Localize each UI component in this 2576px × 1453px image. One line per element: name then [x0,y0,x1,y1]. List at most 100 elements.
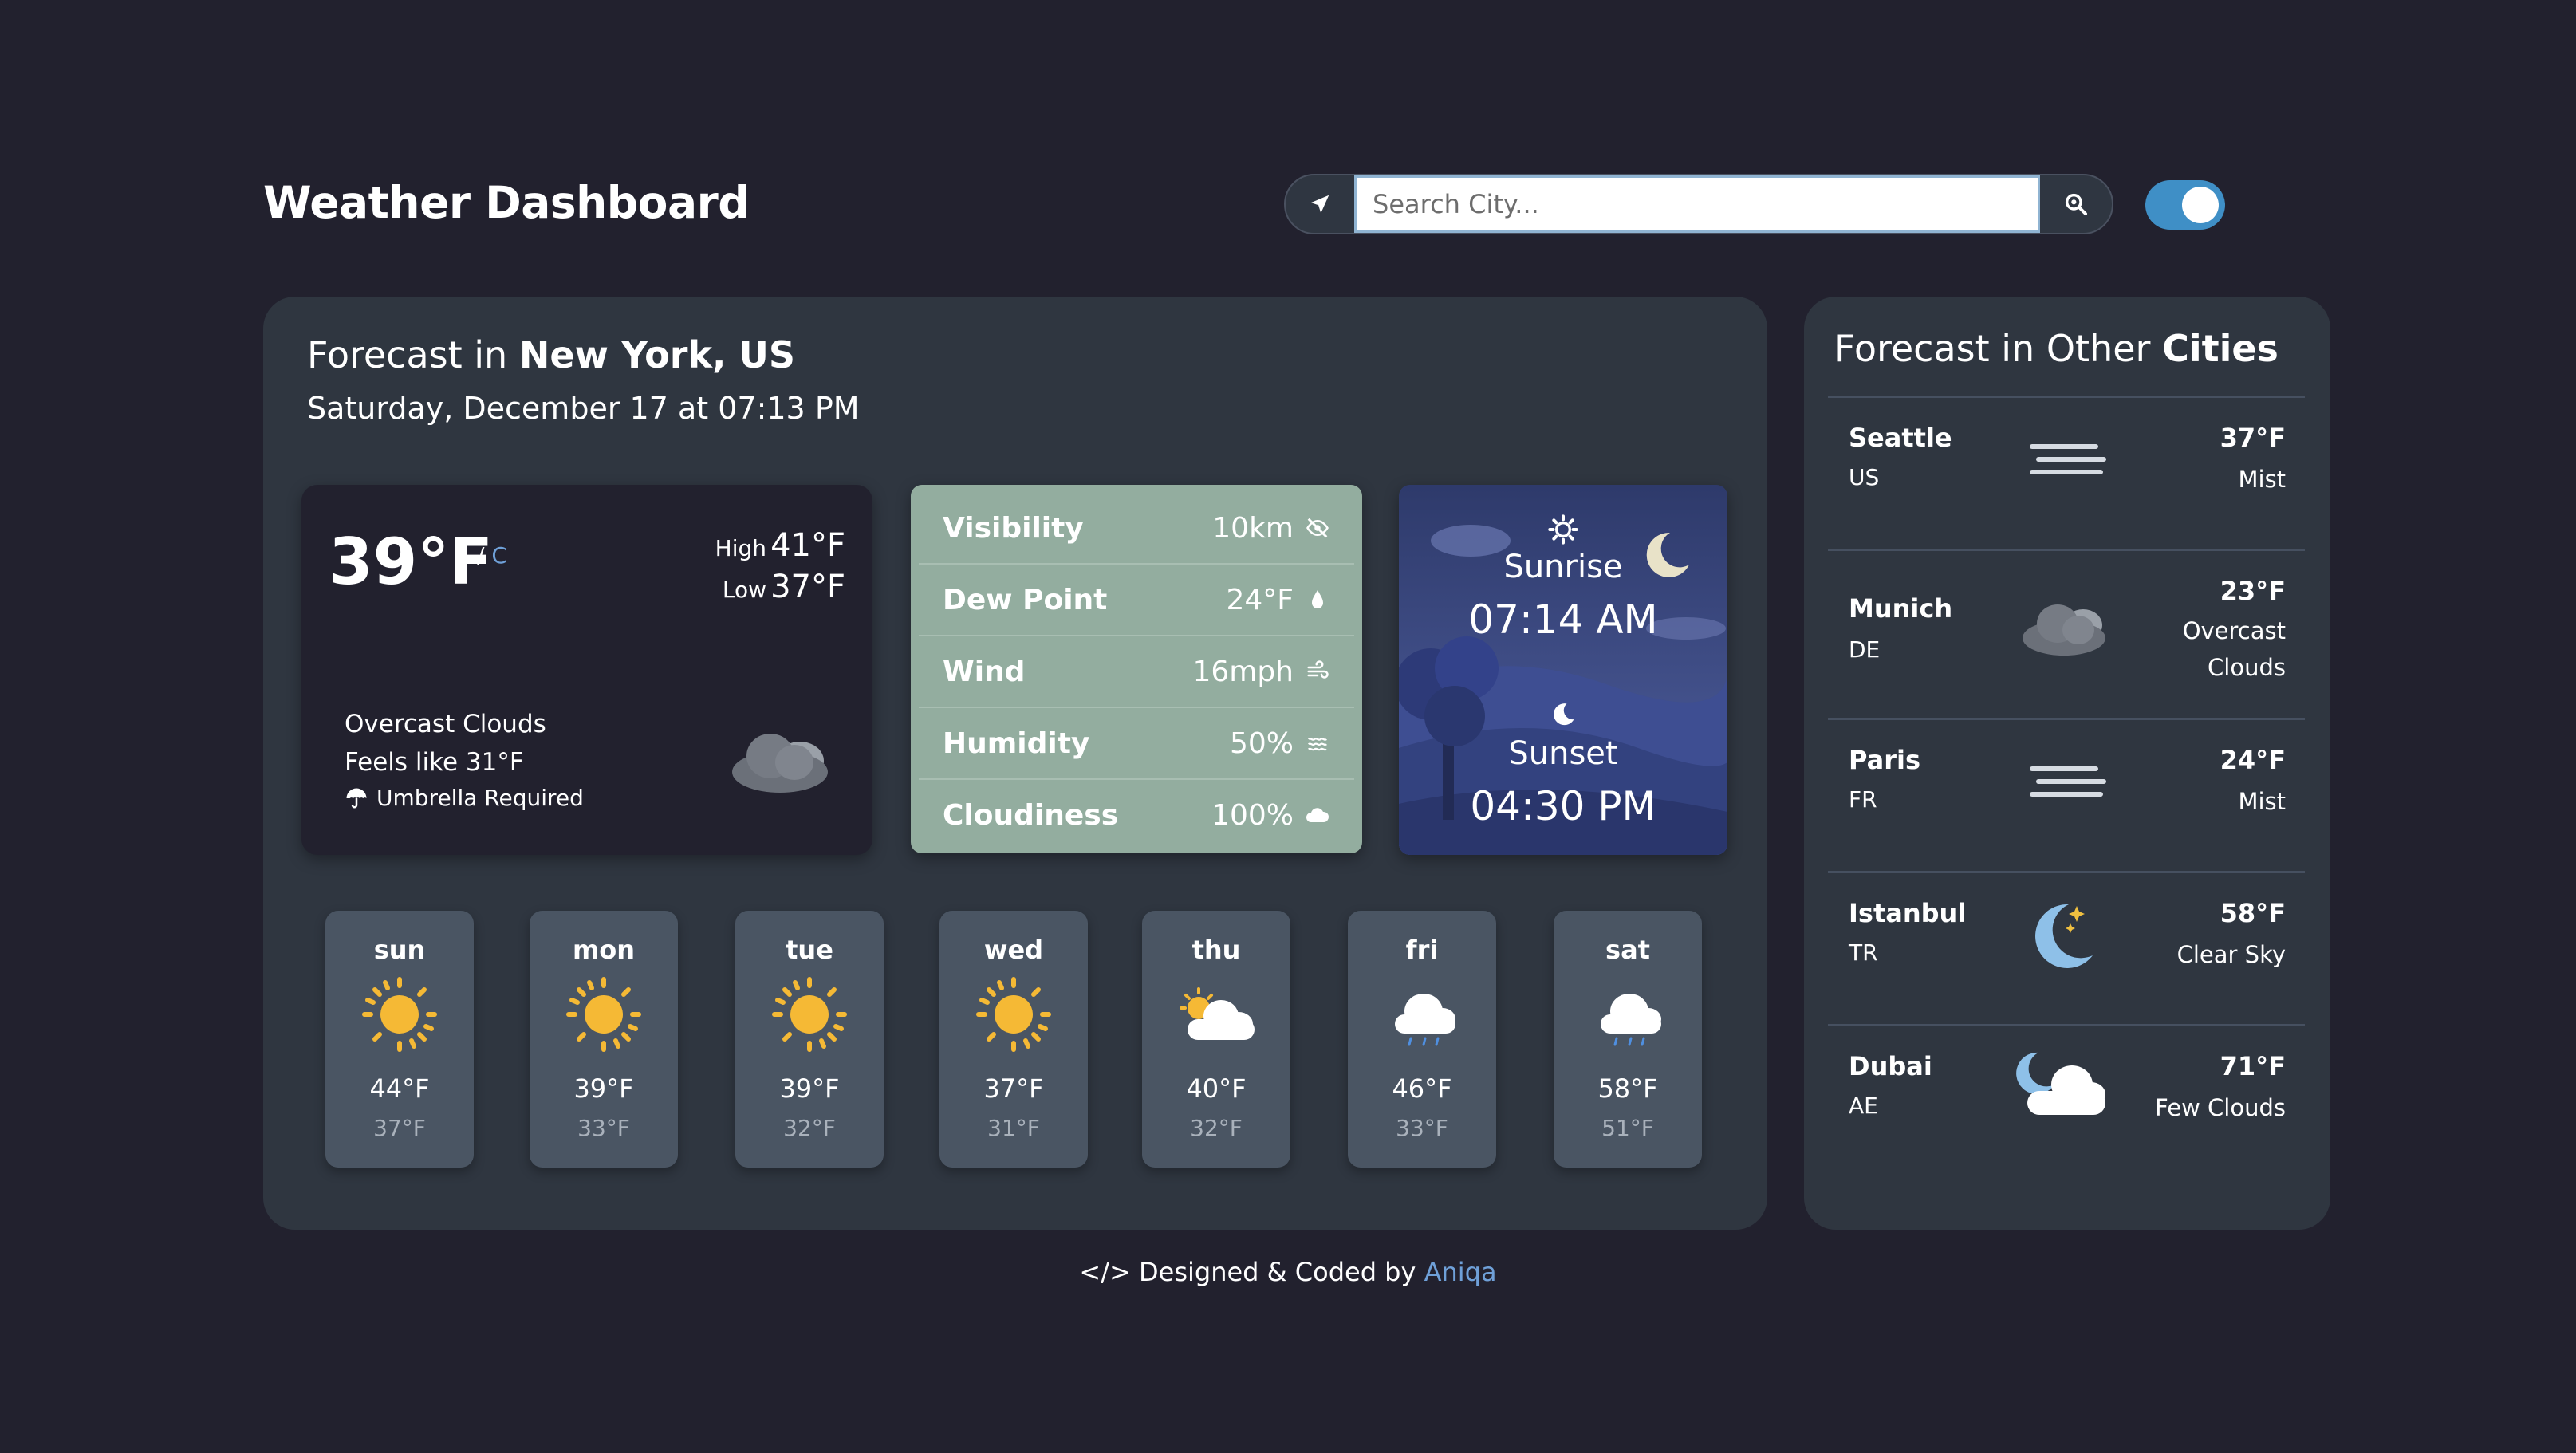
eye-slash-icon [1305,515,1330,541]
city-desc: Mist [2238,466,2286,493]
low-value: 37°F [770,569,845,605]
stat-row-humidity: Humidity 50% [919,708,1354,780]
day-high: 39°F [573,1073,634,1104]
stat-value: 24°F [1226,583,1294,616]
stat-row-cloudiness: Cloudiness 100% [919,780,1354,850]
day-name: sun [373,935,426,965]
unit-separator: / [477,542,485,569]
day-name: sat [1605,935,1650,965]
stat-value: 100% [1211,798,1294,832]
city-name[interactable]: Munich [1849,593,1952,624]
city-desc: Overcast Clouds [2183,612,2286,687]
stat-value: 10km [1212,511,1294,545]
current-weather-card: 39°F / C High 41°F Low 37°F Overcast Clo… [301,485,872,855]
daily-card-sun: sun 44°F 37°F [325,911,474,1168]
daily-card-wed: wed 37°F 31°F [939,911,1088,1168]
day-low: 32°F [783,1115,836,1141]
day-low: 33°F [577,1115,630,1141]
app-title: Weather Dashboard [263,177,750,228]
city-country: TR [1849,939,1878,966]
rain-cloud-icon [1395,994,1455,1046]
divider [1828,396,2305,398]
condition-block: Overcast Clouds Feels like 31°F [345,705,546,782]
day-high: 37°F [983,1073,1044,1104]
sunrise-label: Sunrise [1503,549,1623,585]
city-temp: 23°F [2220,576,2286,606]
day-low: 33°F [1396,1115,1448,1141]
forecast-title: Forecast in New York, US [307,333,795,376]
day-high: 39°F [779,1073,840,1104]
day-name: tue [786,935,833,965]
sunset-time: 04:30 PM [1470,783,1656,829]
stat-label: Wind [943,655,1026,688]
divider [1828,549,2305,551]
city-temp: 24°F [2220,745,2286,775]
day-high: 46°F [1392,1073,1452,1104]
stat-label: Dew Point [943,583,1108,616]
city-desc: Mist [2238,788,2286,815]
author-link[interactable]: Aniqa [1424,1257,1497,1287]
city-temp: 37°F [2220,423,2286,453]
day-low: 31°F [987,1115,1040,1141]
night-cloud-icon [2016,1052,2105,1115]
search-button[interactable] [2040,175,2112,233]
umbrella-icon [346,788,367,808]
footer-prefix: </> Designed & Coded by [1079,1257,1424,1287]
condition-text: Overcast Clouds [345,710,546,738]
divider [1828,1024,2305,1026]
day-low: 32°F [1190,1115,1243,1141]
city-country: AE [1849,1093,1878,1119]
city-name[interactable]: Istanbul [1849,898,1966,928]
search-input[interactable] [1354,175,2040,233]
crescent-moon-icon [2035,904,2093,968]
weather-stats-card: Visibility 10km Dew Point 24°F Wind 16mp… [911,485,1362,853]
day-name: thu [1191,935,1241,965]
search-icon [2065,193,2087,215]
overcast-cloud-icon [732,734,828,793]
search-bar [1284,174,2113,234]
city-desc: Clear Sky [2176,941,2286,968]
overcast-cloud-icon [2023,604,2105,656]
theme-toggle[interactable] [2145,180,2225,230]
day-high: 44°F [369,1073,430,1104]
city-country: US [1849,464,1880,490]
day-low: 51°F [1601,1115,1654,1141]
celsius-toggle[interactable]: C [491,542,507,569]
day-name: mon [572,935,636,965]
forecast-title-prefix: Forecast in [307,333,519,376]
high-low: High 41°F Low 37°F [715,525,845,608]
forecast-city: New York, US [518,333,795,376]
daily-card-tue: tue 39°F 32°F [735,911,884,1168]
sun-icon [976,977,1051,1052]
stat-label: Humidity [943,726,1090,760]
low-label: Low [722,577,766,603]
day-name: wed [983,935,1044,965]
sun-icon [772,977,847,1052]
city-name[interactable]: Dubai [1849,1051,1932,1081]
city-desc: Few Clouds [2155,1094,2286,1121]
city-country: FR [1849,786,1877,813]
locate-button[interactable] [1286,175,1354,233]
droplet-icon [1305,587,1330,612]
sunrise-time: 07:14 AM [1468,597,1658,643]
stat-row-visibility: Visibility 10km [919,493,1354,565]
cloud-icon [1305,802,1330,828]
sun-gear-icon [1548,514,1578,545]
other-cities-title: Forecast in Other Cities [1834,327,2279,370]
daily-card-thu: thu 40°F 32°F [1142,911,1290,1168]
divider [1828,718,2305,720]
stat-row-wind: Wind 16mph [919,636,1354,708]
umbrella-text: Umbrella Required [376,785,584,811]
city-desc-line: Clouds [2208,654,2286,682]
day-low: 37°F [373,1115,426,1141]
city-name[interactable]: Seattle [1849,423,1952,453]
sunrise-sunset-card: Sunrise 07:14 AM Sunset 04:30 PM [1399,485,1727,855]
moon-icon [1554,703,1574,726]
city-country: DE [1849,636,1881,663]
sun-icon [566,977,641,1052]
divider [1828,871,2305,873]
city-name[interactable]: Paris [1849,745,1920,775]
rain-cloud-icon [1601,994,1661,1046]
day-high: 40°F [1186,1073,1247,1104]
mist-icon [2030,444,2106,474]
